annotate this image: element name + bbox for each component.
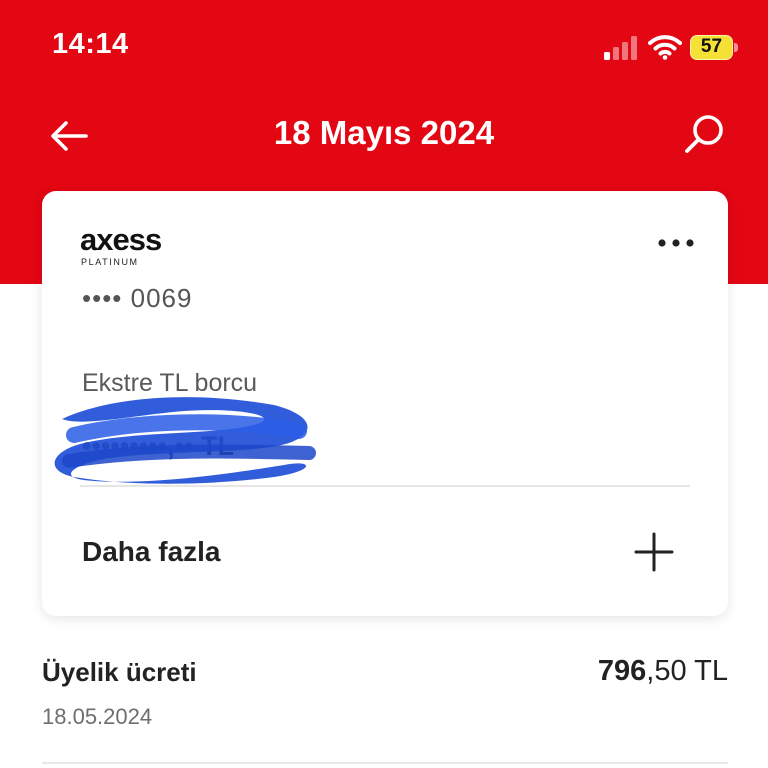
wifi-icon — [648, 35, 682, 60]
nav-bar: 18 Mayıs 2024 — [0, 100, 768, 170]
brand-logo: axess PLATINUM — [80, 222, 162, 268]
status-time: 14:14 — [52, 28, 129, 60]
transaction-date: 18.05.2024 — [42, 704, 153, 729]
cellular-signal-icon — [604, 36, 637, 60]
show-more-button[interactable]: Daha fazla — [42, 506, 728, 596]
search-icon — [685, 115, 723, 153]
brand-name: axess — [80, 222, 162, 257]
transaction-amount: 796,50 TL — [598, 655, 728, 688]
more-horizontal-icon — [658, 239, 694, 247]
battery-cap — [734, 43, 738, 52]
credit-card-summary: axess PLATINUM •••• 0069 Ekstre TL borcu… — [42, 191, 728, 616]
transaction-divider — [42, 762, 728, 764]
card-number: •••• 0069 — [82, 283, 193, 313]
transaction-title: Üyelik ücreti — [42, 657, 197, 687]
page-title: 18 Mayıs 2024 — [273, 114, 495, 151]
more-options-button[interactable] — [656, 231, 696, 255]
transaction-amount-rest: ,50 TL — [646, 655, 728, 687]
brand-tier: PLATINUM — [81, 257, 139, 267]
status-bar: 14:14 57 — [0, 0, 768, 90]
battery-level: 57 — [700, 36, 723, 57]
redaction-scribble — [54, 397, 316, 484]
transaction-amount-integer: 796 — [597, 655, 647, 687]
battery-icon: 57 — [690, 35, 738, 60]
search-button[interactable] — [680, 110, 730, 160]
transaction-row[interactable]: Üyelik ücreti 796,50 TL 18.05.2024 — [0, 640, 768, 768]
card-divider — [80, 485, 690, 487]
plus-icon — [634, 532, 674, 572]
show-more-label: Daha fazla — [82, 536, 221, 567]
